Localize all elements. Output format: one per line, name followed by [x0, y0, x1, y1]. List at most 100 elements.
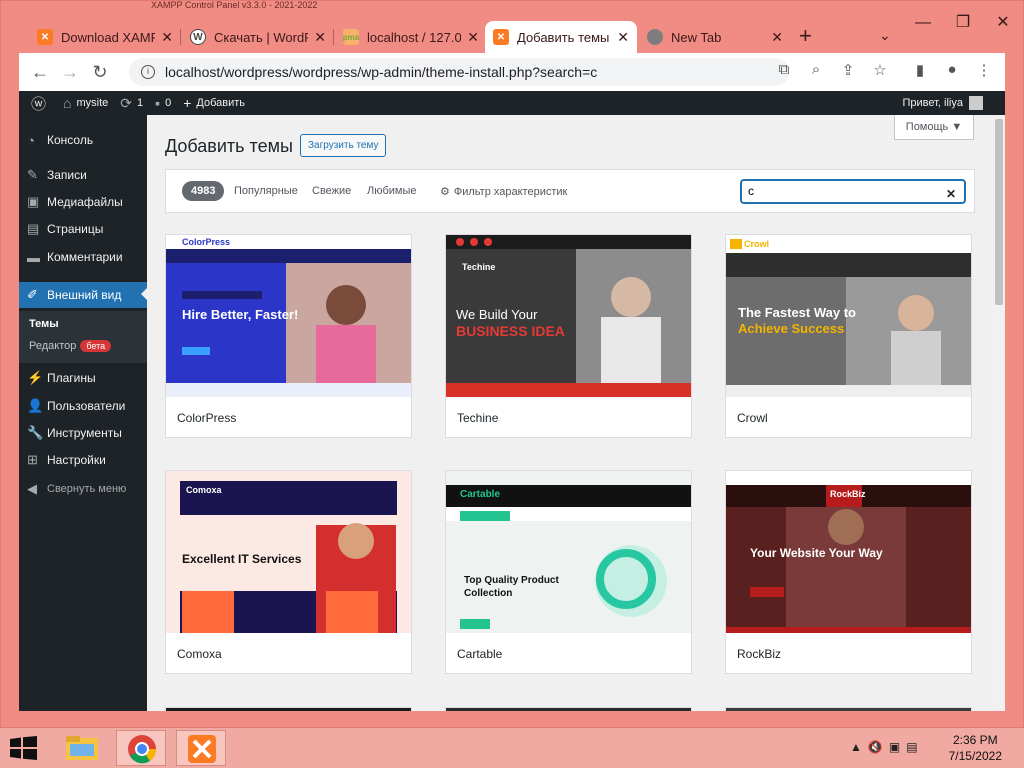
dashboard-icon: ◔: [27, 132, 35, 148]
theme-card-colorpress[interactable]: ColorPress Hire Better, Faster! ColorPre…: [165, 234, 412, 438]
theme-card-techine[interactable]: Techine We Build Your BUSINESS IDEA Tech…: [445, 234, 692, 438]
volume-muted-icon[interactable]: 🔇: [868, 740, 889, 754]
sidebar-item-label: Плагины: [47, 371, 96, 385]
sidebar-item-pages[interactable]: ▤ Страницы: [19, 217, 147, 241]
maximize-icon[interactable]: ❐: [943, 1, 983, 45]
theme-brand: Techine: [462, 262, 496, 272]
sidebar-item-plugins[interactable]: ⚡ Плагины: [19, 366, 147, 390]
filter-latest[interactable]: Свежие: [312, 185, 351, 197]
submenu-themes[interactable]: Темы: [29, 318, 59, 330]
theme-screenshot[interactable]: Cartable Top Quality Product Collection: [446, 471, 691, 633]
submenu-editor[interactable]: Редактор бета: [29, 340, 112, 352]
windows-start-icon[interactable]: [10, 736, 38, 763]
theme-card-partial[interactable]: [165, 707, 412, 711]
info-icon[interactable]: i: [141, 65, 155, 79]
xampp-icon: ✕: [493, 29, 509, 45]
filter-popular[interactable]: Популярные: [234, 185, 298, 197]
tray-arrow-icon[interactable]: ▲: [850, 740, 868, 754]
translate-icon[interactable]: ⧉: [773, 61, 795, 78]
updates-link[interactable]: ⟳ 1: [120, 95, 143, 112]
bookmark-star-icon[interactable]: ☆: [869, 61, 891, 79]
share-icon[interactable]: ⇪: [837, 61, 859, 79]
tab-phpmyadmin[interactable]: pma localhost / 127.0.0.1 ✕: [335, 21, 487, 53]
theme-headline: Your Website Your Way: [750, 546, 883, 560]
theme-screenshot[interactable]: ColorPress Hire Better, Faster!: [166, 235, 411, 397]
tab-add-themes[interactable]: ✕ Добавить темы ✕: [485, 21, 637, 53]
page-scrollbar[interactable]: [993, 115, 1005, 711]
system-clock[interactable]: 2:36 PM 7/15/2022: [949, 732, 1002, 764]
menu-dots-icon[interactable]: ⋮: [973, 61, 995, 79]
back-icon[interactable]: ←: [25, 62, 55, 83]
scrollbar-thumb[interactable]: [995, 119, 1003, 305]
sidebar-item-settings[interactable]: ⊞ Настройки: [19, 448, 147, 472]
new-tab-button[interactable]: +: [799, 23, 812, 49]
close-window-icon[interactable]: ✕: [983, 1, 1023, 45]
phpmyadmin-icon: pma: [343, 29, 359, 45]
theme-headline: The Fastest Way to: [738, 305, 856, 320]
close-icon[interactable]: ✕: [467, 29, 479, 46]
sidebar-item-comments[interactable]: ▬ Комментарии: [19, 245, 147, 269]
theme-brand: Comoxa: [186, 485, 222, 495]
sidebar-item-users[interactable]: 👤 Пользователи: [19, 394, 147, 418]
file-explorer-icon[interactable]: [58, 730, 108, 766]
theme-headline-2: Collection: [464, 588, 513, 599]
reload-icon[interactable]: ↻: [85, 62, 115, 83]
theme-card-rockbiz[interactable]: RockBiz Your Website Your Way RockBiz: [725, 470, 972, 674]
profile-icon[interactable]: ●: [941, 61, 963, 78]
help-button[interactable]: Помощь ▼: [894, 115, 974, 140]
chevron-down-icon[interactable]: ⌄: [879, 27, 891, 44]
url-text: localhost/wordpress/wordpress/wp-admin/t…: [165, 64, 598, 80]
theme-screenshot[interactable]: Comoxa Excellent IT Services: [166, 471, 411, 633]
close-icon[interactable]: ✕: [314, 29, 326, 46]
theme-card-partial[interactable]: [725, 707, 972, 711]
theme-card-cartable[interactable]: Cartable Top Quality Product Collection …: [445, 470, 692, 674]
filter-favorites[interactable]: Любимые: [367, 185, 417, 197]
close-icon[interactable]: ✕: [771, 29, 783, 46]
upload-theme-button[interactable]: Загрузить тему: [300, 134, 387, 157]
search-input[interactable]: c ✕: [740, 179, 966, 204]
theme-card-partial[interactable]: [445, 707, 692, 711]
tab-xampp[interactable]: ✕ Download XAMPP ✕: [29, 21, 181, 53]
sidebar-item-posts[interactable]: ✎ Записи: [19, 163, 147, 187]
xampp-taskbar-icon[interactable]: [176, 730, 226, 766]
comments-link[interactable]: ▪ 0: [155, 95, 171, 111]
wp-logo-icon[interactable]: ⓦ: [31, 93, 51, 114]
collapse-menu[interactable]: ◀ Свернуть меню: [19, 477, 147, 501]
chrome-taskbar-icon[interactable]: [116, 730, 166, 766]
feature-filter-label: Фильтр характеристик: [453, 186, 568, 198]
feature-filter-button[interactable]: ⚙ Фильтр характеристик: [440, 185, 567, 198]
address-bar[interactable]: i localhost/wordpress/wordpress/wp-admin…: [129, 58, 789, 86]
tab-title: New Tab: [671, 29, 722, 45]
network-icon[interactable]: ▣: [889, 740, 906, 754]
tab-title: Добавить темы: [517, 29, 610, 45]
tab-bar: ✕ Download XAMPP ✕ W Скачать | WordPress…: [19, 21, 1019, 53]
close-icon[interactable]: ✕: [617, 29, 629, 46]
add-new-link[interactable]: + Добавить: [183, 95, 245, 111]
collapse-label: Свернуть меню: [47, 483, 127, 495]
side-panel-icon[interactable]: ▮: [909, 61, 931, 79]
forward-icon[interactable]: →: [55, 62, 85, 83]
theme-screenshot[interactable]: Techine We Build Your BUSINESS IDEA: [446, 235, 691, 397]
minimize-icon[interactable]: —: [903, 1, 943, 45]
sidebar-item-tools[interactable]: 🔧 Инструменты: [19, 421, 147, 445]
close-icon[interactable]: ✕: [161, 29, 173, 46]
theme-card-comoxa[interactable]: Comoxa Excellent IT Services Comoxa: [165, 470, 412, 674]
sidebar-item-label: Записи: [47, 168, 87, 182]
user-greeting[interactable]: Привет, iliya: [902, 91, 983, 115]
tab-wordpress-download[interactable]: W Скачать | WordPress ✕: [182, 21, 334, 53]
sidebar-item-dashboard[interactable]: ◔ Консоль: [19, 128, 147, 152]
clear-search-icon[interactable]: ✕: [946, 184, 956, 205]
theme-card-crowl[interactable]: Crowl The Fastest Way to Achieve Success…: [725, 234, 972, 438]
notification-icon[interactable]: ▤: [906, 740, 923, 754]
theme-name: RockBiz: [737, 647, 782, 661]
system-tray[interactable]: ▲🔇▣▤: [850, 740, 924, 754]
editor-label: Редактор: [29, 340, 77, 352]
theme-screenshot[interactable]: RockBiz Your Website Your Way: [726, 471, 971, 633]
theme-screenshot[interactable]: Crowl The Fastest Way to Achieve Success: [726, 235, 971, 397]
tab-new-tab[interactable]: New Tab ✕: [639, 21, 791, 53]
sidebar-item-media[interactable]: ▣ Медиафайлы: [19, 190, 147, 214]
theme-headline: Hire Better, Faster!: [182, 307, 299, 322]
site-link[interactable]: ⌂ mysite: [63, 95, 108, 111]
sidebar-item-appearance[interactable]: ✐ Внешний вид: [19, 282, 147, 308]
zoom-icon[interactable]: ⌕: [805, 61, 827, 78]
